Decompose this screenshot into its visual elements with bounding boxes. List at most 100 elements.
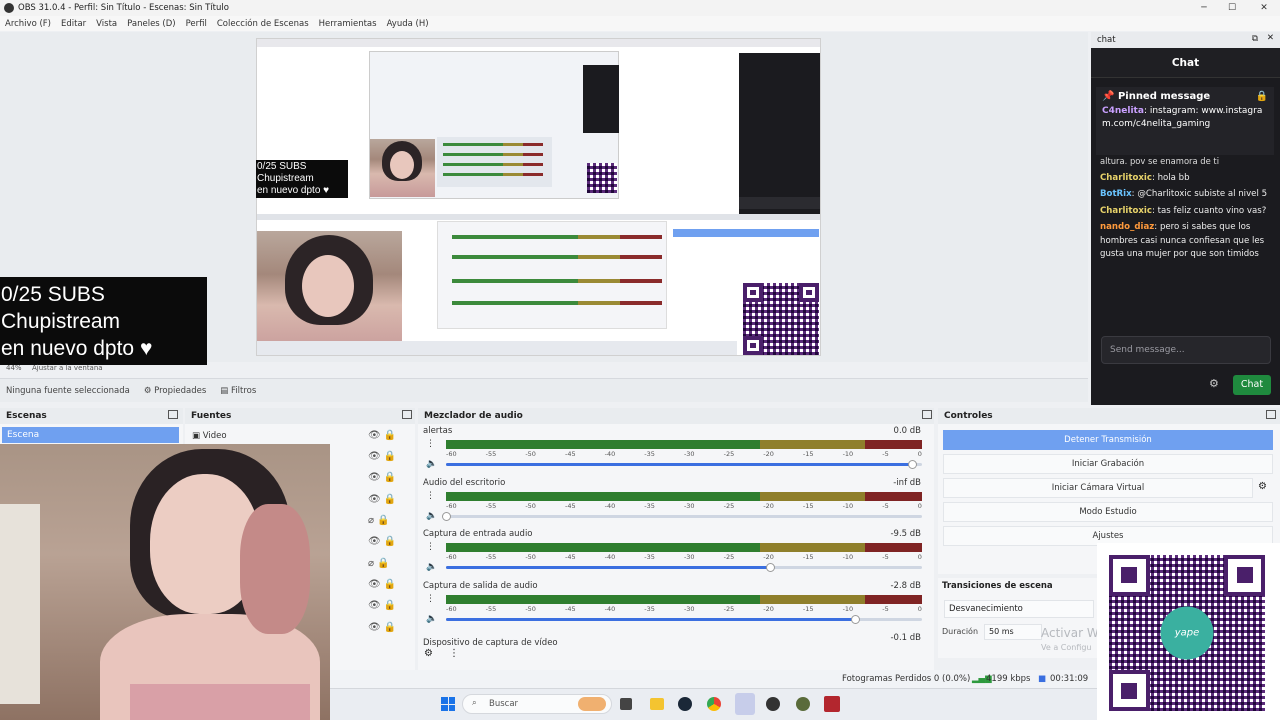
transition-select[interactable]: Desvanecimiento (944, 600, 1094, 618)
eye-icon[interactable]: 👁 (368, 451, 381, 462)
transitions-dock-title: Transiciones de escena (942, 581, 1053, 591)
duration-input[interactable]: 50 ms (984, 624, 1042, 640)
menu-editar[interactable]: Editar (61, 19, 86, 29)
lock-icon[interactable]: 🔒 (384, 494, 396, 505)
eye-hidden-icon[interactable]: ⌀ (368, 515, 374, 526)
menu-paneles[interactable]: Paneles (D) (127, 19, 175, 29)
chat-send-button[interactable]: Chat (1233, 375, 1271, 395)
taskbar-widget-icon[interactable] (578, 697, 606, 711)
lock-icon[interactable]: 🔒 (384, 536, 396, 547)
channel-menu-icon[interactable]: ⋮ (426, 439, 435, 449)
meter-tick-label: -15 (802, 605, 814, 613)
chat-user[interactable]: Charlitoxic (1100, 206, 1152, 216)
lock-icon[interactable]: 🔒 (384, 579, 396, 590)
speaker-icon[interactable]: 🔈 (426, 511, 437, 521)
sources-popout-icon[interactable] (402, 410, 412, 419)
maximize-icon[interactable]: ☐ (1218, 0, 1246, 16)
channel-menu-icon[interactable]: ⋮ (426, 491, 435, 501)
scenes-dock-title: Escenas (0, 408, 183, 424)
start-record-button[interactable]: Iniciar Grabación (943, 454, 1273, 474)
mixer-popout-icon[interactable] (922, 410, 932, 419)
chat-settings-gear-icon[interactable]: ⚙ (1209, 378, 1221, 390)
steam-icon[interactable] (678, 697, 692, 711)
lock-icon[interactable]: 🔒 (1256, 91, 1268, 102)
speaker-icon[interactable]: 🔈 (426, 459, 437, 469)
meter-tick-label: -50 (525, 450, 536, 458)
lock-icon[interactable]: 🔒 (384, 622, 396, 633)
filters-button[interactable]: ▤ Filtros (220, 386, 256, 396)
source-item-video[interactable]: ▣ Video (192, 431, 227, 441)
controls-popout-icon[interactable] (1266, 410, 1276, 419)
dock-popout-icon[interactable]: ⧉ (1252, 34, 1258, 44)
speaker-icon[interactable]: 🔈 (426, 562, 437, 572)
eye-icon[interactable]: 👁 (368, 622, 381, 633)
lock-icon[interactable]: 🔒 (384, 472, 396, 483)
eye-icon[interactable]: 👁 (368, 579, 381, 590)
scenes-popout-icon[interactable] (168, 410, 178, 419)
meter-tick-label: 0 (917, 502, 922, 510)
eye-icon[interactable]: 👁 (368, 472, 381, 483)
menu-ayuda[interactable]: Ayuda (H) (387, 19, 429, 29)
mixer-menu-icon[interactable]: ⋮ (449, 648, 459, 659)
partial-message: altura. pov se enamora de ti (1100, 156, 1220, 166)
chat-dock-title: chat ⧉ ✕ (1091, 32, 1280, 48)
app-red-taskbar-icon[interactable] (824, 696, 840, 712)
virtual-camera-gear-icon[interactable]: ⚙ (1258, 481, 1267, 492)
properties-button[interactable]: ⚙ Propiedades (144, 386, 206, 396)
meter-tick-label: -10 (842, 553, 854, 561)
chat-user[interactable]: nando_diaz (1100, 222, 1154, 232)
overlay-nested-line1: 0/25 SUBS (257, 161, 307, 172)
fit-window-label[interactable]: Ajustar a la ventana (32, 364, 103, 372)
speaker-icon[interactable]: 🔈 (426, 614, 437, 624)
stop-stream-button[interactable]: Detener Transmisión (943, 430, 1273, 450)
windows-start-icon[interactable] (441, 697, 455, 711)
channel-menu-icon[interactable]: ⋮ (426, 542, 435, 552)
file-explorer-icon[interactable] (650, 698, 664, 710)
lock-icon[interactable]: 🔒 (377, 515, 389, 526)
mixer-settings-gear-icon[interactable]: ⚙ (424, 648, 433, 659)
chrome-icon[interactable] (707, 697, 721, 711)
meter-tick-label: -20 (763, 605, 774, 613)
eye-hidden-icon[interactable]: ⌀ (368, 558, 374, 569)
eye-icon[interactable]: 👁 (368, 536, 381, 547)
scene-item-selected[interactable]: Escena (2, 427, 179, 443)
lock-icon[interactable]: 🔒 (384, 430, 396, 441)
volume-fader-handle[interactable] (442, 512, 451, 521)
chat-message: nando_diaz: pero si sabes que los hombre… (1100, 222, 1265, 259)
studio-mode-button[interactable]: Modo Estudio (943, 502, 1273, 522)
obs-taskbar-icon[interactable] (766, 697, 780, 711)
menu-coleccion-escenas[interactable]: Colección de Escenas (217, 19, 309, 29)
volume-fader-handle[interactable] (851, 615, 860, 624)
lock-icon[interactable]: 🔒 (384, 451, 396, 462)
lock-icon[interactable]: 🔒 (384, 600, 396, 611)
volume-fader-track[interactable] (446, 515, 922, 518)
title-bar: OBS 31.0.4 - Perfil: Sin Título - Escena… (0, 0, 1280, 16)
dock-close-icon[interactable]: ✕ (1267, 33, 1274, 43)
eye-icon[interactable]: 👁 (368, 600, 381, 611)
eye-icon[interactable]: 👁 (368, 494, 381, 505)
chat-user[interactable]: Charlitoxic (1100, 173, 1152, 183)
chat-input[interactable]: Send message... (1101, 336, 1271, 364)
menu-archivo[interactable]: Archivo (F) (5, 19, 51, 29)
minimize-icon[interactable]: ─ (1190, 0, 1218, 16)
eye-icon[interactable]: 👁 (368, 430, 381, 441)
volume-fader-handle[interactable] (908, 460, 917, 469)
volume-fader-handle[interactable] (766, 563, 775, 572)
chat-user[interactable]: BotRix (1100, 189, 1132, 199)
meter-tick-label: 0 (917, 605, 922, 613)
close-icon[interactable]: ✕ (1250, 0, 1278, 16)
task-view-icon[interactable] (620, 698, 632, 710)
app-taskbar-icon[interactable] (796, 697, 810, 711)
virtual-camera-button[interactable]: Iniciar Cámara Virtual (943, 478, 1253, 498)
chat-message: Charlitoxic: hola bb (1100, 172, 1190, 183)
menu-herramientas[interactable]: Herramientas (319, 19, 377, 29)
volume-meter (446, 595, 922, 604)
lock-icon[interactable]: 🔒 (377, 558, 389, 569)
source-row-controls: 👁 🔒 (368, 494, 398, 508)
menu-perfil[interactable]: Perfil (186, 19, 207, 29)
meter-tick-label: -35 (644, 553, 655, 561)
channel-menu-icon[interactable]: ⋮ (426, 594, 435, 604)
discord-icon[interactable] (735, 693, 755, 715)
mixer-partial-channel: Dispositivo de captura de vídeo (423, 638, 558, 648)
menu-vista[interactable]: Vista (96, 19, 117, 29)
